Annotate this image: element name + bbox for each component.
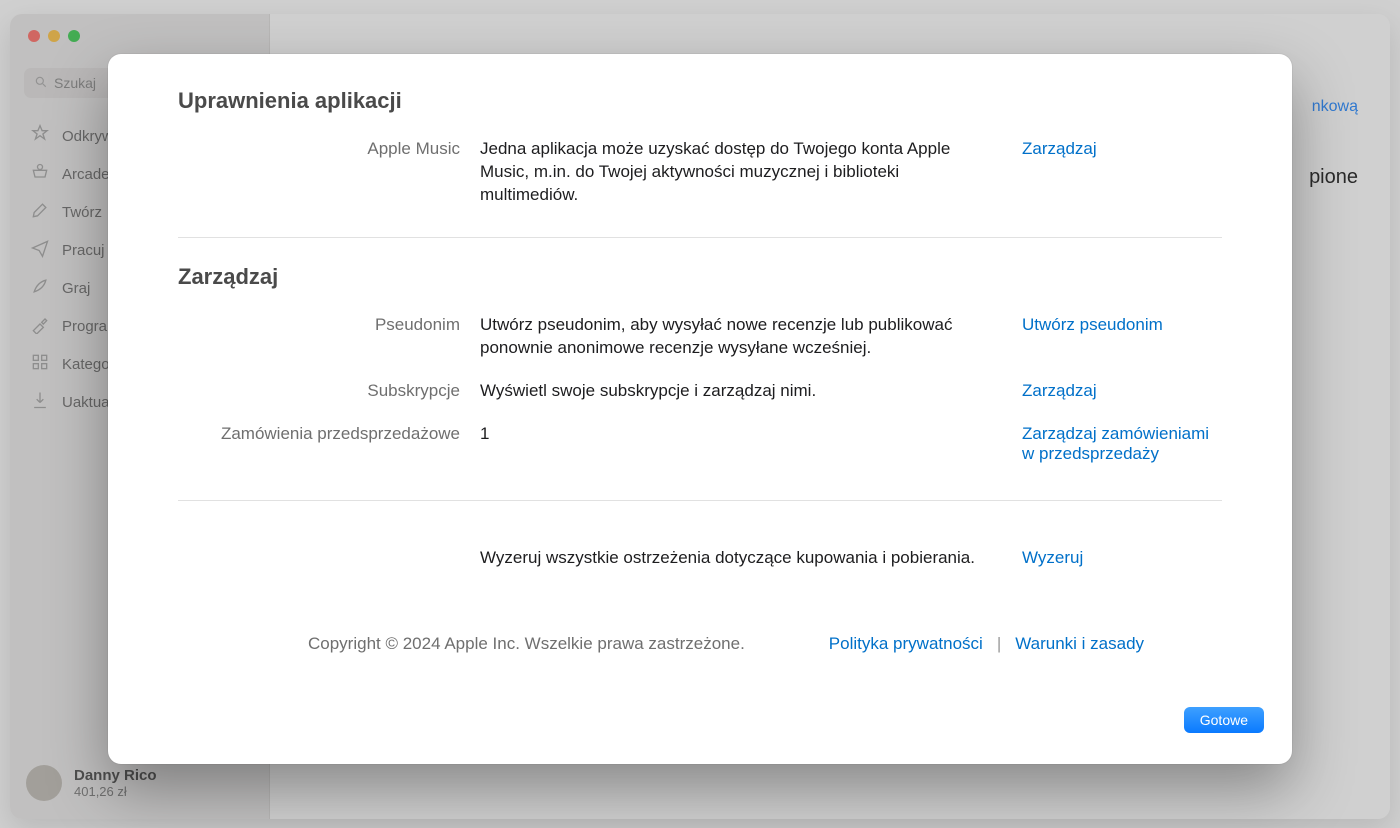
row-label: Zamówienia przedsprzedażowe [178, 423, 460, 444]
sheet-legal-footer: Copyright © 2024 Apple Inc. Wszelkie pra… [178, 634, 1222, 654]
arcade-icon [30, 162, 50, 186]
row-label: Subskrypcje [178, 380, 460, 401]
copyright-text: Copyright © 2024 Apple Inc. Wszelkie pra… [308, 634, 745, 654]
maximize-window-button[interactable] [68, 30, 80, 42]
grid-icon [30, 352, 50, 376]
create-nickname-link[interactable]: Utwórz pseudonim [1022, 315, 1163, 334]
section-title-manage: Zarządzaj [178, 264, 1222, 290]
row-apple-music: Apple Music Jedna aplikacja może uzyskać… [178, 132, 1222, 221]
sidebar-item-label: Twórz [62, 204, 102, 221]
row-description: Wyzeruj wszystkie ostrzeżenia dotyczące … [480, 547, 1002, 570]
avatar [26, 765, 62, 801]
row-nickname: Pseudonim Utwórz pseudonim, aby wysyłać … [178, 308, 1222, 374]
account-settings-sheet: Uprawnienia aplikacji Apple Music Jedna … [108, 54, 1292, 764]
background-right-heading: pione [1309, 166, 1358, 189]
minimize-window-button[interactable] [48, 30, 60, 42]
hammer-icon [30, 314, 50, 338]
divider [178, 237, 1222, 238]
row-subscriptions: Subskrypcje Wyświetl swoje subskrypcje i… [178, 374, 1222, 417]
row-description: Jedna aplikacja może uzyskać dostęp do T… [480, 138, 1002, 207]
brush-icon [30, 200, 50, 224]
section-title-permissions: Uprawnienia aplikacji [178, 88, 1222, 114]
row-label [178, 547, 460, 548]
divider [178, 500, 1222, 501]
row-description: 1 [480, 423, 1002, 446]
sidebar-item-label: Pracuj [62, 242, 105, 259]
search-placeholder: Szukaj [54, 75, 96, 91]
paperplane-icon [30, 238, 50, 262]
terms-link[interactable]: Warunki i zasady [1015, 634, 1144, 654]
search-icon [34, 75, 54, 92]
close-window-button[interactable] [28, 30, 40, 42]
row-label: Pseudonim [178, 314, 460, 335]
manage-subscriptions-link[interactable]: Zarządzaj [1022, 381, 1097, 400]
background-header-link: nkową [1312, 98, 1358, 116]
manage-preorders-link[interactable]: Zarządzaj zamówieniami w przedsprzedaży [1022, 424, 1209, 463]
sheet-footer: Gotowe [108, 692, 1292, 764]
star-icon [30, 124, 50, 148]
sidebar-item-label: Arcade [62, 166, 110, 183]
row-label: Apple Music [178, 138, 460, 159]
row-reset-warnings: Wyzeruj wszystkie ostrzeżenia dotyczące … [178, 541, 1222, 584]
manage-apple-music-link[interactable]: Zarządzaj [1022, 139, 1097, 158]
account-balance: 401,26 zł [74, 784, 157, 799]
separator: | [997, 634, 1001, 654]
row-description: Wyświetl swoje subskrypcje i zarządzaj n… [480, 380, 1002, 403]
row-description: Utwórz pseudonim, aby wysyłać nowe recen… [480, 314, 1002, 360]
done-button[interactable]: Gotowe [1184, 707, 1264, 733]
rocket-icon [30, 276, 50, 300]
row-preorders: Zamówienia przedsprzedażowe 1 Zarządzaj … [178, 417, 1222, 478]
window-traffic-lights [10, 14, 269, 42]
sidebar-item-label: Graj [62, 280, 90, 297]
download-icon [30, 390, 50, 414]
account-name: Danny Rico [74, 767, 157, 784]
privacy-policy-link[interactable]: Polityka prywatności [829, 634, 983, 654]
reset-warnings-link[interactable]: Wyzeruj [1022, 548, 1083, 567]
